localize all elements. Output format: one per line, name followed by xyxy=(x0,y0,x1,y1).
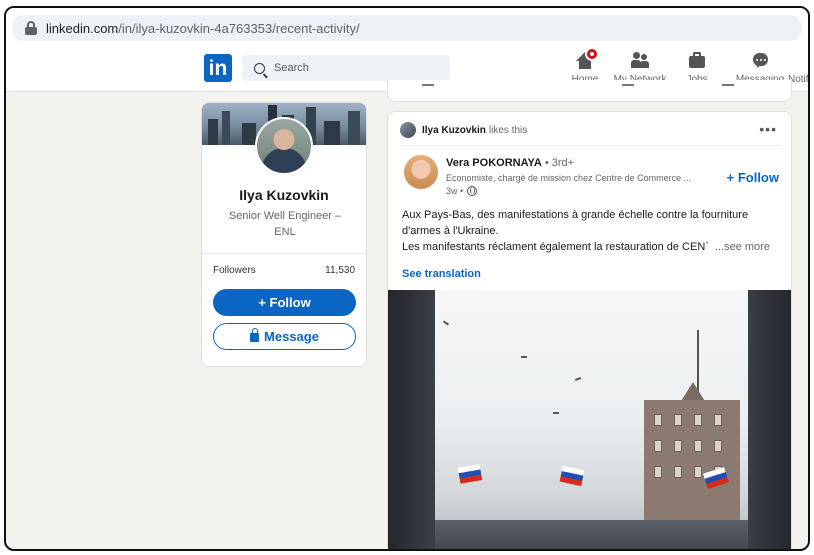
author-avatar[interactable] xyxy=(404,155,438,189)
author-headline: Economiste, chargé de mission chez Centr… xyxy=(446,173,692,183)
post-text-line: Aux Pays-Bas, des manifestations à grand… xyxy=(402,209,749,221)
activity-header: Ilya Kuzovkin likes this xyxy=(400,122,527,138)
profile-divider xyxy=(202,253,366,254)
previous-post-card xyxy=(387,80,792,102)
lock-icon[interactable] xyxy=(24,21,38,35)
activity-text: likes this xyxy=(488,124,528,136)
feed-post-card: Ilya Kuzovkin likes this ••• Vera POKORN… xyxy=(387,111,792,549)
search-placeholder: Search xyxy=(274,62,309,74)
post-timestamp: 3w • xyxy=(446,186,478,196)
post-divider xyxy=(400,145,781,146)
activity-actor[interactable]: Ilya Kuzovkin xyxy=(422,125,486,136)
post-video[interactable] xyxy=(388,290,791,549)
like-icon[interactable] xyxy=(422,82,434,86)
url-field[interactable]: linkedin.com/in/ilya-kuzovkin-4a763353/r… xyxy=(12,15,802,41)
profile-headline: Senior Well Engineer – ENL xyxy=(228,210,342,238)
profile-name[interactable]: Ilya Kuzovkin xyxy=(202,187,366,203)
browser-address-bar: linkedin.com/in/ilya-kuzovkin-4a763353/r… xyxy=(6,8,808,46)
home-icon xyxy=(573,47,599,72)
profile-card: Ilya Kuzovkin Senior Well Engineer – ENL… xyxy=(201,102,367,367)
send-icon[interactable] xyxy=(722,82,734,86)
search-input[interactable]: Search xyxy=(242,55,450,81)
lock-icon xyxy=(250,328,260,342)
repost-icon[interactable] xyxy=(622,82,634,86)
post-body: Aux Pays-Bas, des manifestations à grand… xyxy=(402,207,782,255)
profile-avatar[interactable] xyxy=(255,117,313,175)
profile-message-button[interactable]: Message xyxy=(213,323,356,350)
followers-count: 11,530 xyxy=(325,265,355,276)
briefcase-icon xyxy=(685,50,709,72)
timestamp-text: 3w • xyxy=(446,186,464,196)
messaging-icon xyxy=(748,50,772,72)
profile-follow-button[interactable]: + Follow xyxy=(213,289,356,316)
more-options-icon[interactable]: ••• xyxy=(759,121,777,137)
browser-window: linkedin.com/in/ilya-kuzovkin-4a763353/r… xyxy=(4,6,810,551)
crowd xyxy=(435,520,748,549)
notification-dot-icon xyxy=(585,47,599,61)
url-text: linkedin.com/in/ilya-kuzovkin-4a763353/r… xyxy=(46,20,360,36)
network-icon xyxy=(628,50,652,72)
followers-label: Followers xyxy=(213,265,256,276)
followers-row: Followers 11,530 xyxy=(213,265,355,276)
author-name-line[interactable]: Vera POKORNAYA • 3rd+ xyxy=(446,157,574,169)
actor-avatar[interactable] xyxy=(400,122,416,138)
connection-degree: • 3rd+ xyxy=(541,157,575,169)
message-button-label: Message xyxy=(264,329,319,344)
video-blur-right xyxy=(748,290,791,549)
author-follow-button[interactable]: + Follow xyxy=(727,170,779,185)
search-icon xyxy=(254,62,265,74)
author-name[interactable]: Vera POKORNAYA xyxy=(446,157,542,169)
post-text-line: d'armes à l'Ukraine. xyxy=(402,225,499,237)
video-frame[interactable] xyxy=(435,290,748,549)
linkedin-logo[interactable]: in xyxy=(204,54,232,82)
post-text-line: Les manifestants réclament également la … xyxy=(402,241,770,253)
bell-icon xyxy=(791,50,808,72)
video-blur-left xyxy=(388,290,435,549)
globe-icon xyxy=(467,186,478,196)
see-translation-link[interactable]: See translation xyxy=(402,268,481,280)
see-more-link[interactable]: ...see more xyxy=(715,241,770,253)
